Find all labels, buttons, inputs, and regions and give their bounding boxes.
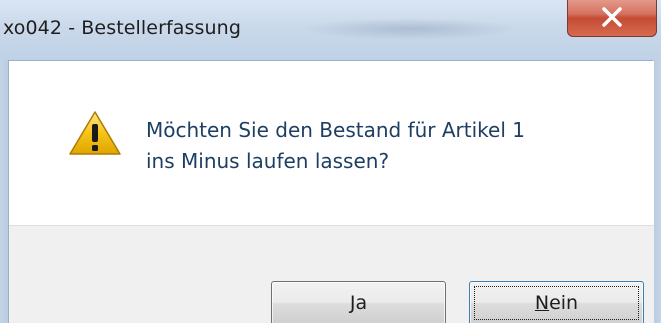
window-title: xo042 - Bestellerfassung (3, 17, 241, 39)
dialog-window: xo042 - Bestellerfassung Möchten Sie den… (0, 0, 661, 323)
title-bar[interactable]: xo042 - Bestellerfassung (0, 0, 661, 60)
message-area: Möchten Sie den Bestand für Artikel 1 in… (9, 61, 654, 225)
no-button-mnemonic: N (534, 292, 550, 314)
yes-button-label-rest: a (355, 292, 368, 314)
no-button-label: Nein (535, 292, 578, 314)
close-button[interactable] (567, 0, 657, 37)
yes-button-label: Ja (350, 292, 367, 314)
message-line-2: ins Minus laufen lassen? (146, 149, 390, 173)
message-text: Möchten Sie den Bestand für Artikel 1 in… (146, 115, 525, 177)
button-bar: Ja Nein (9, 225, 654, 323)
window-frame-right (653, 60, 661, 323)
warning-icon (69, 111, 121, 155)
yes-button[interactable]: Ja (271, 281, 446, 323)
close-icon (602, 7, 622, 27)
no-button[interactable]: Nein (469, 281, 644, 323)
window-frame-left (0, 60, 8, 323)
message-line-1: Möchten Sie den Bestand für Artikel 1 (146, 118, 525, 142)
dialog-client: Möchten Sie den Bestand für Artikel 1 in… (8, 60, 654, 323)
no-button-label-rest: ein (549, 292, 579, 314)
